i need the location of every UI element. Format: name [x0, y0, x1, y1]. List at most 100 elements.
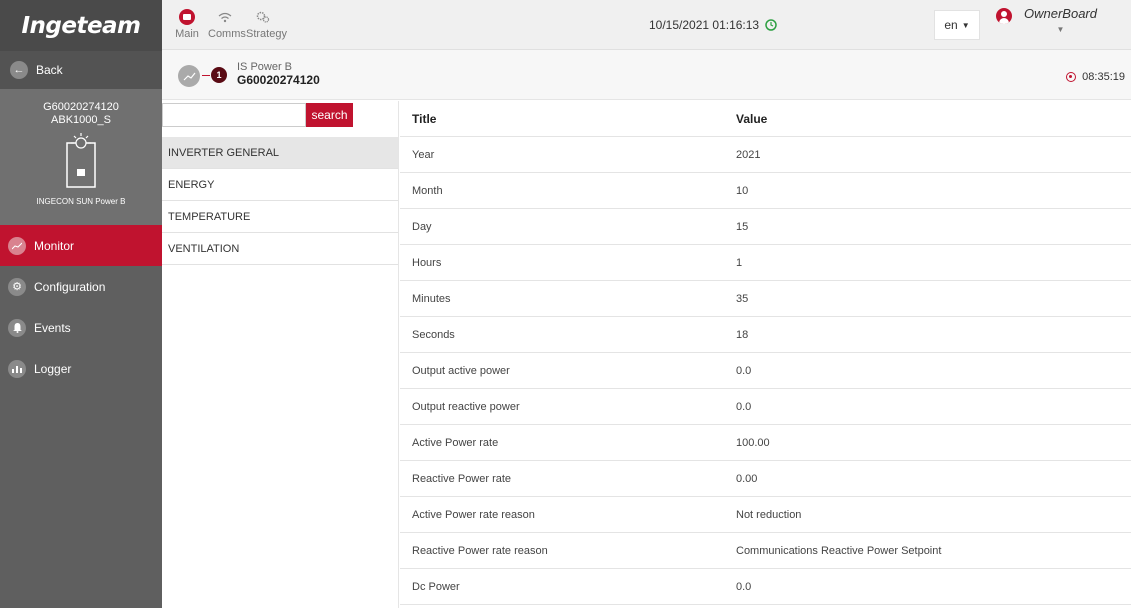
top-nav: Main Comms Strategy [170, 6, 287, 40]
column-header-title: Title [412, 111, 437, 126]
top-nav-label: Strategy [246, 28, 287, 40]
top-nav-comms[interactable]: Comms [208, 6, 246, 40]
row-value: 0.0 [736, 580, 752, 593]
user-menu[interactable]: OwnerBoard ▼ [996, 6, 1097, 34]
row-value: Communications Reactive Power Setpoint [736, 544, 942, 557]
top-nav-strategy[interactable]: Strategy [246, 6, 287, 40]
chevron-down-icon: ▼ [961, 20, 970, 30]
column-header-value: Value [736, 111, 768, 126]
row-value: 2021 [736, 148, 761, 161]
row-title: Hours [412, 256, 442, 269]
row-value: 35 [736, 292, 749, 305]
top-nav-label: Comms [208, 28, 246, 40]
table-row: Active Power rate reason Not reduction [400, 497, 1131, 533]
sidebar-item-events[interactable]: Events [0, 307, 162, 348]
device-time-text: 08:35:19 [1082, 71, 1125, 83]
row-title: Reactive Power rate [412, 472, 512, 485]
category-inverter-general[interactable]: INVERTER GENERAL [162, 137, 398, 169]
row-value: 10 [736, 184, 749, 197]
back-button[interactable]: ← Back [0, 51, 162, 89]
table-row: Seconds 18 [400, 317, 1131, 353]
bell-icon [8, 318, 26, 337]
table-row: Day 15 [400, 209, 1131, 245]
arrow-left-icon: ← [10, 61, 28, 79]
sidebar-item-label: Monitor [34, 238, 75, 253]
category-temperature[interactable]: TEMPERATURE [162, 201, 398, 233]
table-row: Dc Power 0.0 [400, 569, 1131, 605]
connector-line [202, 75, 210, 76]
row-title: Seconds [412, 328, 455, 341]
clock-icon [765, 19, 777, 31]
device-chart-icon[interactable] [178, 65, 200, 87]
table-row: Month 10 [400, 173, 1131, 209]
device-time: 08:35:19 [1066, 71, 1125, 83]
table-row: Minutes 35 [400, 281, 1131, 317]
gear-icon: ⚙ [8, 277, 26, 296]
chevron-down-icon: ▼ [1056, 25, 1065, 34]
device-id: G60020274120 [43, 101, 119, 113]
top-bar: Main Comms Strategy 10/15/2021 01:16:13 … [162, 0, 1131, 50]
chart-icon [8, 236, 26, 255]
row-value: 100.00 [736, 436, 770, 449]
row-value: 0.0 [736, 364, 752, 377]
language-select[interactable]: en ▼ [934, 10, 980, 40]
wifi-icon [218, 12, 232, 22]
table-row: Hours 1 [400, 245, 1131, 281]
top-nav-label: Main [175, 28, 199, 40]
category-ventilation[interactable]: VENTILATION [162, 233, 398, 265]
device-header: 1 IS Power B G60020274120 08:35:19 [162, 50, 1131, 100]
row-value: 0.0 [736, 400, 752, 413]
row-value: 18 [736, 328, 749, 341]
row-value: 1 [736, 256, 743, 269]
solar-inverter-icon [61, 131, 101, 191]
table-row: Output active power 0.0 [400, 353, 1131, 389]
sidebar-item-monitor[interactable]: Monitor [0, 225, 162, 266]
table-row: Reactive Power rate reason Communications… [400, 533, 1131, 569]
row-value: 0.00 [736, 472, 758, 485]
device-card: G60020274120 ABK1000_S INGECON SUN Power… [0, 89, 162, 225]
data-table: Title Value Year 2021 Month 10 Day 15 Hours 1 Mi… [400, 101, 1131, 605]
top-nav-main[interactable]: Main [170, 6, 204, 40]
table-body: Year 2021 Month 10 Day 15 Hours 1 Minutes 35 Secon… [400, 137, 1131, 605]
logo-text: Ingeteam [21, 12, 141, 39]
category-energy[interactable]: ENERGY [162, 169, 398, 201]
language-value: en [944, 18, 958, 32]
sidebar: Ingeteam ← Back G60020274120 ABK1000_S I… [0, 0, 162, 608]
sidebar-item-label: Events [34, 320, 71, 335]
bar-chart-icon [8, 359, 26, 378]
device-model: ABK1000_S [51, 114, 111, 126]
sidebar-item-configuration[interactable]: ⚙ Configuration [0, 266, 162, 307]
device-name: INGECON SUN Power B [36, 197, 126, 206]
table-row: Output reactive power 0.0 [400, 389, 1131, 425]
ingeteam-logo[interactable]: Ingeteam [0, 0, 162, 51]
row-title: Year [412, 148, 435, 161]
back-label: Back [36, 63, 63, 77]
row-title: Minutes [412, 292, 451, 305]
row-title: Output reactive power [412, 400, 520, 413]
device-header-text: IS Power B G60020274120 [237, 61, 320, 87]
device-badge: 1 [211, 67, 227, 83]
row-title: Output active power [412, 364, 510, 377]
row-title: Active Power rate reason [412, 508, 535, 521]
device-title: G60020274120 [237, 73, 320, 87]
table-row: Active Power rate 100.00 [400, 425, 1131, 461]
category-panel: search INVERTER GENERAL ENERGY TEMPERATU… [162, 101, 399, 608]
table-row: Reactive Power rate 0.00 [400, 461, 1131, 497]
search-input[interactable] [162, 103, 306, 127]
row-title: Dc Power [412, 580, 460, 593]
row-title: Active Power rate [412, 436, 499, 449]
row-value: Not reduction [736, 508, 802, 521]
row-title: Reactive Power rate reason [412, 544, 548, 557]
sidebar-item-logger[interactable]: Logger [0, 348, 162, 389]
table-row: Year 2021 [400, 137, 1131, 173]
search-row: search [162, 101, 398, 129]
table-header: Title Value [400, 101, 1131, 137]
device-subtitle: IS Power B [237, 61, 293, 73]
row-title: Month [412, 184, 443, 197]
sidebar-item-label: Configuration [34, 279, 106, 294]
search-button[interactable]: search [306, 103, 353, 127]
row-title: Day [412, 220, 432, 233]
monitor-icon [179, 9, 195, 25]
user-icon [996, 8, 1012, 24]
datetime-display: 10/15/2021 01:16:13 [649, 18, 777, 32]
